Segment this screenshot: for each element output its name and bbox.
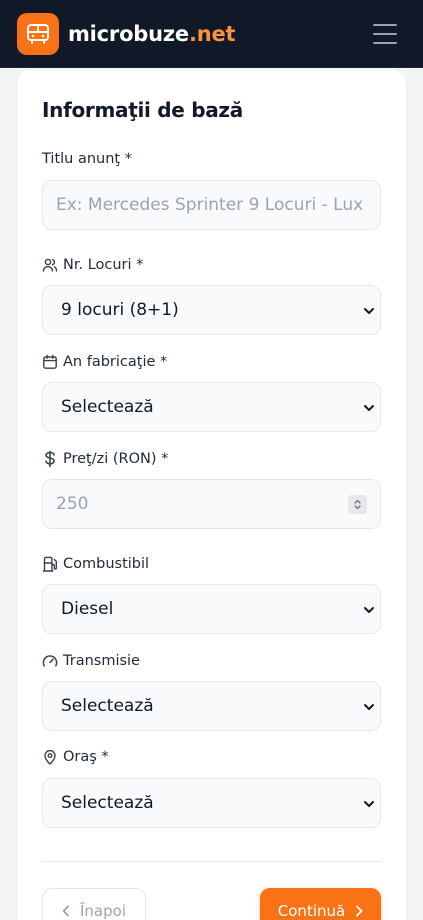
fuel-pump-icon <box>42 556 57 572</box>
number-spinner[interactable] <box>348 495 367 514</box>
continue-button[interactable]: Continuă <box>260 888 381 920</box>
fuel-select-value: Diesel <box>61 599 114 619</box>
title-label: Titlu anunţ * <box>42 151 132 167</box>
year-select-value: Selectează <box>61 397 154 417</box>
chevron-down-icon <box>364 801 374 807</box>
chevron-down-icon <box>364 308 374 314</box>
chevron-down-icon <box>364 607 374 613</box>
fuel-label-text: Combustibil <box>63 556 150 572</box>
fuel-select[interactable]: Diesel <box>42 584 381 634</box>
brand-name-tld: .net <box>188 21 236 46</box>
title-input[interactable]: Ex: Mercedes Sprinter 9 Locuri - Lux <box>42 180 381 230</box>
price-label: Preţ/zi (RON) * <box>42 450 168 468</box>
seats-label-text: Nr. Locuri * <box>63 257 144 273</box>
seats-select-value: 9 locuri (8+1) <box>61 300 179 320</box>
form-card: Informaţii de bază Titlu anunţ * Ex: Mer… <box>17 70 406 920</box>
brand-name-main: microbuze <box>68 21 189 46</box>
hamburger-menu-icon[interactable] <box>373 24 397 44</box>
dollar-icon <box>45 450 55 468</box>
transmission-select[interactable]: Selectează <box>42 681 381 731</box>
price-input-placeholder: 250 <box>56 494 89 514</box>
transmission-label-text: Transmisie <box>63 653 140 669</box>
bus-icon <box>27 23 49 44</box>
chevron-left-icon <box>62 905 69 917</box>
seats-select[interactable]: 9 locuri (8+1) <box>42 285 381 335</box>
year-label: An fabricaţie * <box>42 354 167 370</box>
transmission-select-value: Selectează <box>61 696 154 716</box>
back-button[interactable]: Înapoi <box>42 888 146 920</box>
chevron-down-icon <box>364 704 374 710</box>
logo-badge[interactable] <box>17 12 59 55</box>
year-select[interactable]: Selectează <box>42 382 381 432</box>
app-header: microbuze.net <box>0 0 423 68</box>
city-label-text: Oraş * <box>63 749 109 765</box>
section-title: Informaţii de bază <box>42 98 243 122</box>
brand-name[interactable]: microbuze.net <box>68 21 236 46</box>
users-icon <box>42 258 58 272</box>
year-label-text: An fabricaţie * <box>63 354 168 370</box>
back-button-label: Înapoi <box>80 902 126 920</box>
chevron-down-icon <box>364 405 374 411</box>
calendar-icon <box>43 354 57 369</box>
city-select-value: Selectează <box>61 793 154 813</box>
seats-label: Nr. Locuri * <box>42 257 143 273</box>
spinner-arrows-icon <box>354 499 361 510</box>
title-input-placeholder: Ex: Mercedes Sprinter 9 Locuri - Lux <box>56 195 364 215</box>
city-label: Oraş * <box>42 749 109 765</box>
chevron-right-icon <box>356 905 363 917</box>
city-select[interactable]: Selectează <box>42 778 381 828</box>
price-label-text: Preţ/zi (RON) * <box>63 451 169 467</box>
continue-button-label: Continuă <box>277 902 346 920</box>
form-divider <box>42 861 381 862</box>
transmission-label: Transmisie <box>42 653 140 669</box>
map-pin-icon <box>44 749 56 765</box>
title-label-text: Titlu anunţ * <box>42 151 132 167</box>
fuel-label: Combustibil <box>42 556 149 572</box>
price-input[interactable]: 250 <box>42 479 381 529</box>
gauge-icon <box>42 655 58 667</box>
